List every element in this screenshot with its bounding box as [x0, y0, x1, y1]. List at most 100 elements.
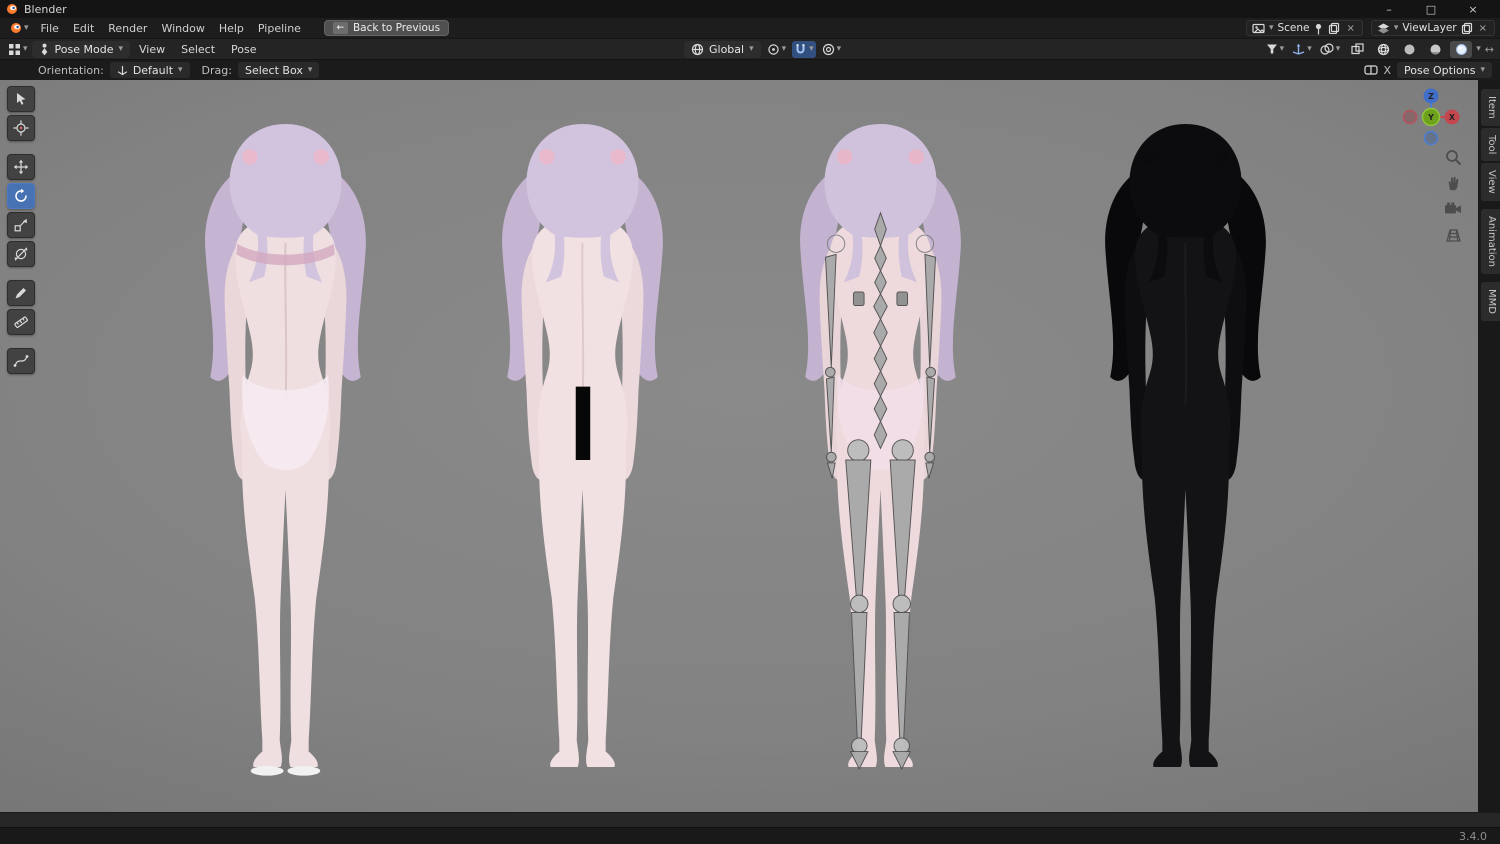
back-to-previous-button[interactable]: ← Back to Previous	[323, 20, 450, 36]
chevron-down-icon: ▾	[781, 43, 787, 54]
orientation-setting-label: Orientation:	[38, 63, 104, 77]
menu-help[interactable]: Help	[212, 20, 251, 37]
new-scene-icon[interactable]	[1328, 22, 1340, 34]
pan-control[interactable]	[1442, 172, 1464, 194]
curve-tool-icon	[13, 355, 29, 367]
tool-move-button[interactable]	[7, 154, 35, 180]
transform-icon	[14, 247, 28, 261]
sidebar-tab-item[interactable]: Item	[1481, 89, 1500, 126]
shading-rendered-button[interactable]	[1450, 40, 1473, 58]
selectability-filter-button[interactable]: ▾	[1264, 41, 1287, 58]
menu-view[interactable]: View	[132, 41, 172, 58]
annotate-icon	[15, 288, 26, 299]
tool-annotate-button[interactable]	[7, 280, 35, 306]
scale-icon	[14, 218, 27, 232]
globe-icon	[691, 43, 704, 55]
pivot-point-button[interactable]: ▾	[765, 41, 789, 58]
menu-edit[interactable]: Edit	[66, 20, 101, 37]
show-overlays-toggle[interactable]: ▾	[1318, 41, 1343, 58]
editor-type-button[interactable]: ▾	[6, 41, 30, 58]
pin-icon[interactable]	[1313, 22, 1324, 35]
x-mirror-toggle[interactable]: X	[1384, 64, 1392, 77]
show-gizmo-toggle[interactable]: ▾	[1290, 41, 1314, 58]
mode-selector[interactable]: Pose Mode ▾	[31, 40, 130, 58]
chevron-down-icon: ▾	[118, 43, 123, 54]
cursor-icon	[13, 120, 29, 136]
pose-options-dropdown[interactable]: Pose Options ▾	[1397, 62, 1492, 78]
tool-measure-button[interactable]	[7, 309, 35, 335]
chevron-down-icon: ▾	[23, 43, 28, 54]
timeline-collapsed-strip[interactable]	[0, 812, 1500, 827]
shading-options-chevron-icon[interactable]: ▾	[1476, 44, 1481, 54]
menu-select[interactable]: Select	[174, 41, 222, 58]
viewlayer-name: ViewLayer	[1402, 22, 1457, 34]
xray-toggle[interactable]	[1346, 41, 1368, 58]
editor-extend-icon[interactable]: ↔	[1485, 44, 1494, 55]
viewlayer-selector[interactable]: ▾ ViewLayer ×	[1370, 20, 1495, 36]
sidebar-tab-view[interactable]: View	[1481, 163, 1500, 201]
maximize-button[interactable]: □	[1410, 0, 1452, 18]
tool-cursor-button[interactable]	[7, 115, 35, 141]
remove-viewlayer-icon[interactable]: ×	[1477, 23, 1489, 34]
sidebar-tab-animation[interactable]: Animation	[1481, 208, 1500, 274]
blender-icon	[11, 23, 21, 33]
material-sphere-icon	[1430, 44, 1441, 54]
menu-window[interactable]: Window	[154, 20, 211, 37]
display-controls: ▾ ▾ ▾ ▾ ↔	[1264, 40, 1494, 58]
sidebar-tab-mmd[interactable]: MMD	[1481, 281, 1500, 321]
new-viewlayer-icon[interactable]	[1461, 22, 1473, 34]
shading-wireframe-button[interactable]	[1372, 41, 1394, 58]
move-icon	[13, 159, 29, 175]
figure-wireframe-model[interactable]	[1060, 112, 1311, 808]
editor-type-icon	[9, 43, 20, 55]
tool-extra-button[interactable]	[7, 348, 35, 374]
chevron-down-icon: ▾	[178, 64, 183, 75]
armature-icon	[41, 43, 47, 55]
scene-selector[interactable]: ▾ Scene ×	[1245, 20, 1363, 36]
3d-viewport[interactable]: Z X Y	[0, 80, 1478, 812]
shading-solid-button[interactable]	[1398, 41, 1420, 58]
proportional-edit-icon	[822, 43, 834, 55]
orientation-setting-value: Default	[132, 63, 174, 77]
gizmo-negative-z[interactable]	[1423, 130, 1439, 146]
sandal-left	[250, 766, 284, 776]
gizmo-negative-x[interactable]	[1402, 109, 1418, 125]
tool-transform-button[interactable]	[7, 241, 35, 267]
tool-select-box-button[interactable]	[7, 86, 35, 112]
snap-toggle[interactable]: ▾	[792, 40, 816, 58]
menu-file[interactable]: File	[34, 20, 66, 37]
figure-textured-model[interactable]	[160, 112, 411, 808]
shading-material-button[interactable]	[1424, 41, 1446, 58]
camera-view-control[interactable]	[1442, 198, 1464, 220]
rotate-icon	[15, 188, 27, 202]
drag-setting-dropdown[interactable]: Select Box ▾	[237, 62, 320, 78]
tool-rotate-button[interactable]	[7, 183, 35, 209]
measure-icon	[14, 316, 28, 328]
menu-pose[interactable]: Pose	[224, 41, 263, 58]
sidebar-tab-tool[interactable]: Tool	[1481, 127, 1500, 162]
minimize-icon: –	[1386, 2, 1392, 16]
chevron-down-icon: ▾	[809, 43, 814, 54]
camera-icon	[1445, 202, 1461, 214]
blender-menu-button[interactable]: ▾	[5, 22, 34, 34]
navigation-gizmo[interactable]: Z X Y	[1398, 84, 1464, 150]
chevron-down-icon: ▾	[836, 43, 842, 54]
zoom-control[interactable]	[1442, 146, 1464, 168]
close-button[interactable]: ×	[1452, 0, 1494, 18]
menu-render[interactable]: Render	[101, 20, 154, 37]
orientation-selector[interactable]: Global ▾	[683, 40, 761, 58]
figure-armature-overlay[interactable]	[755, 112, 1006, 808]
viewport-header: ▾ Pose Mode ▾ View Select Pose Global ▾	[0, 38, 1500, 59]
unlink-scene-icon[interactable]: ×	[1344, 23, 1356, 34]
orientation-setting-dropdown[interactable]: Default ▾	[109, 62, 190, 78]
perspective-toggle-control[interactable]	[1442, 224, 1464, 246]
maximize-icon: □	[1425, 2, 1437, 16]
scene-name: Scene	[1277, 22, 1310, 34]
transform-controls: Global ▾ ▾ ▾ ▾	[683, 40, 844, 58]
tool-scale-button[interactable]	[7, 212, 35, 238]
minimize-button[interactable]: –	[1368, 0, 1410, 18]
menu-pipeline[interactable]: Pipeline	[251, 20, 308, 37]
figure-nude-model-censored[interactable]	[457, 112, 708, 808]
proportional-editing-button[interactable]: ▾	[820, 41, 844, 58]
blender-window: Blender – □ × ▾ File Edit Render Window …	[0, 0, 1500, 844]
